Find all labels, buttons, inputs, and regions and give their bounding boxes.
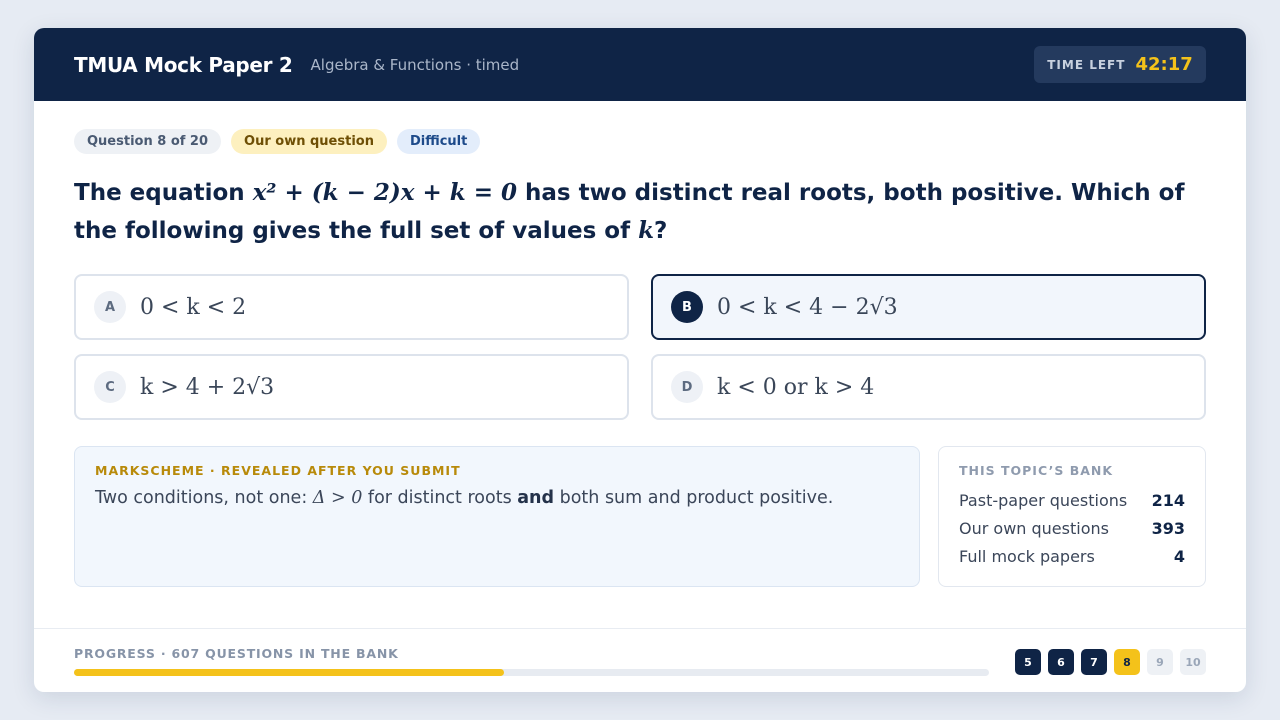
page-button-6[interactable]: 6 [1048,649,1074,675]
page-button-7[interactable]: 7 [1081,649,1107,675]
bank-row-label: Past-paper questions [959,490,1128,510]
progress-label: PROGRESS · 607 QUESTIONS IN THE BANK [74,646,399,661]
option-c[interactable]: C k > 4 + 2√3 [74,354,629,420]
question-equation: x² + (k − 2)x + k = 0 [252,179,517,206]
markscheme-text-part: for distinct roots [362,488,518,508]
header-bar: TMUA Mock Paper 2 Algebra & Functions · … [34,28,1246,101]
question-text: The equation x² + (k − 2)x + k = 0 has t… [74,174,1214,250]
paper-title: TMUA Mock Paper 2 [74,52,293,77]
option-letter: B [671,291,703,323]
bank-row: Our own questions 393 [959,514,1185,542]
timer-label: TIME LEFT [1047,57,1126,72]
markscheme-text-part: both sum and product positive. [554,488,834,508]
question-text-part: The equation [74,180,253,206]
timer-value: 42:17 [1135,54,1193,75]
question-number-badge: Question 8 of 20 [74,129,222,154]
bank-row: Full mock papers 4 [959,542,1185,570]
bank-row-value: 4 [1173,546,1185,566]
paper-subtitle: Algebra & Functions · timed [310,55,520,74]
option-text: k < 0 or k > 4 [717,374,875,400]
bank-row: Past-paper questions 214 [959,486,1185,514]
badge-row: Question 8 of 20 Our own question Diffic… [74,129,1206,154]
question-text-part: ? [654,218,668,244]
progress-fill [74,669,505,676]
source-badge: Our own question [231,129,387,154]
markscheme-text: Two conditions, not one: Δ > 0 for disti… [95,488,899,508]
option-letter: D [671,371,703,403]
markscheme-label: MARKSCHEME · REVEALED AFTER YOU SUBMIT [95,463,461,478]
timer: TIME LEFT 42:17 [1034,46,1206,83]
lower-panels: MARKSCHEME · REVEALED AFTER YOU SUBMIT T… [74,446,1206,587]
markscheme-discriminant: Δ > 0 [312,488,363,508]
bank-title: THIS TOPIC’S BANK [959,463,1114,478]
page-button-8[interactable]: 8 [1114,649,1140,675]
topic-bank-panel: THIS TOPIC’S BANK Past-paper questions 2… [938,446,1206,587]
page-button-10[interactable]: 10 [1180,649,1206,675]
option-text: 0 < k < 2 [140,294,247,320]
bank-rows: Past-paper questions 214 Our own questio… [959,486,1185,570]
option-text: k > 4 + 2√3 [140,374,275,400]
question-variable: k [638,217,655,244]
bank-row-label: Full mock papers [959,546,1095,566]
option-text: 0 < k < 4 − 2√3 [717,294,898,320]
page-button-5[interactable]: 5 [1015,649,1041,675]
bank-row-label: Our own questions [959,518,1109,538]
progress-footer: PROGRESS · 607 QUESTIONS IN THE BANK 5 6… [34,628,1246,692]
markscheme-text-part: Two conditions, not one: [95,488,313,508]
option-a[interactable]: A 0 < k < 2 [74,274,629,340]
option-d[interactable]: D k < 0 or k > 4 [651,354,1206,420]
markscheme-emphasis: and [517,488,555,508]
quiz-card: TMUA Mock Paper 2 Algebra & Functions · … [34,28,1246,692]
bank-row-value: 214 [1151,490,1185,510]
option-b[interactable]: B 0 < k < 4 − 2√3 [651,274,1206,340]
progress-bar [74,669,989,676]
question-body: Question 8 of 20 Our own question Diffic… [34,129,1246,587]
option-letter: A [94,291,126,323]
difficulty-badge: Difficult [396,129,481,154]
page-button-9[interactable]: 9 [1147,649,1173,675]
question-pager: 5 6 7 8 9 10 [1015,649,1206,675]
option-letter: C [94,371,126,403]
bank-row-value: 393 [1151,518,1185,538]
markscheme-panel: MARKSCHEME · REVEALED AFTER YOU SUBMIT T… [74,446,920,587]
answer-options: A 0 < k < 2 B 0 < k < 4 − 2√3 C k > 4 + … [74,274,1206,420]
